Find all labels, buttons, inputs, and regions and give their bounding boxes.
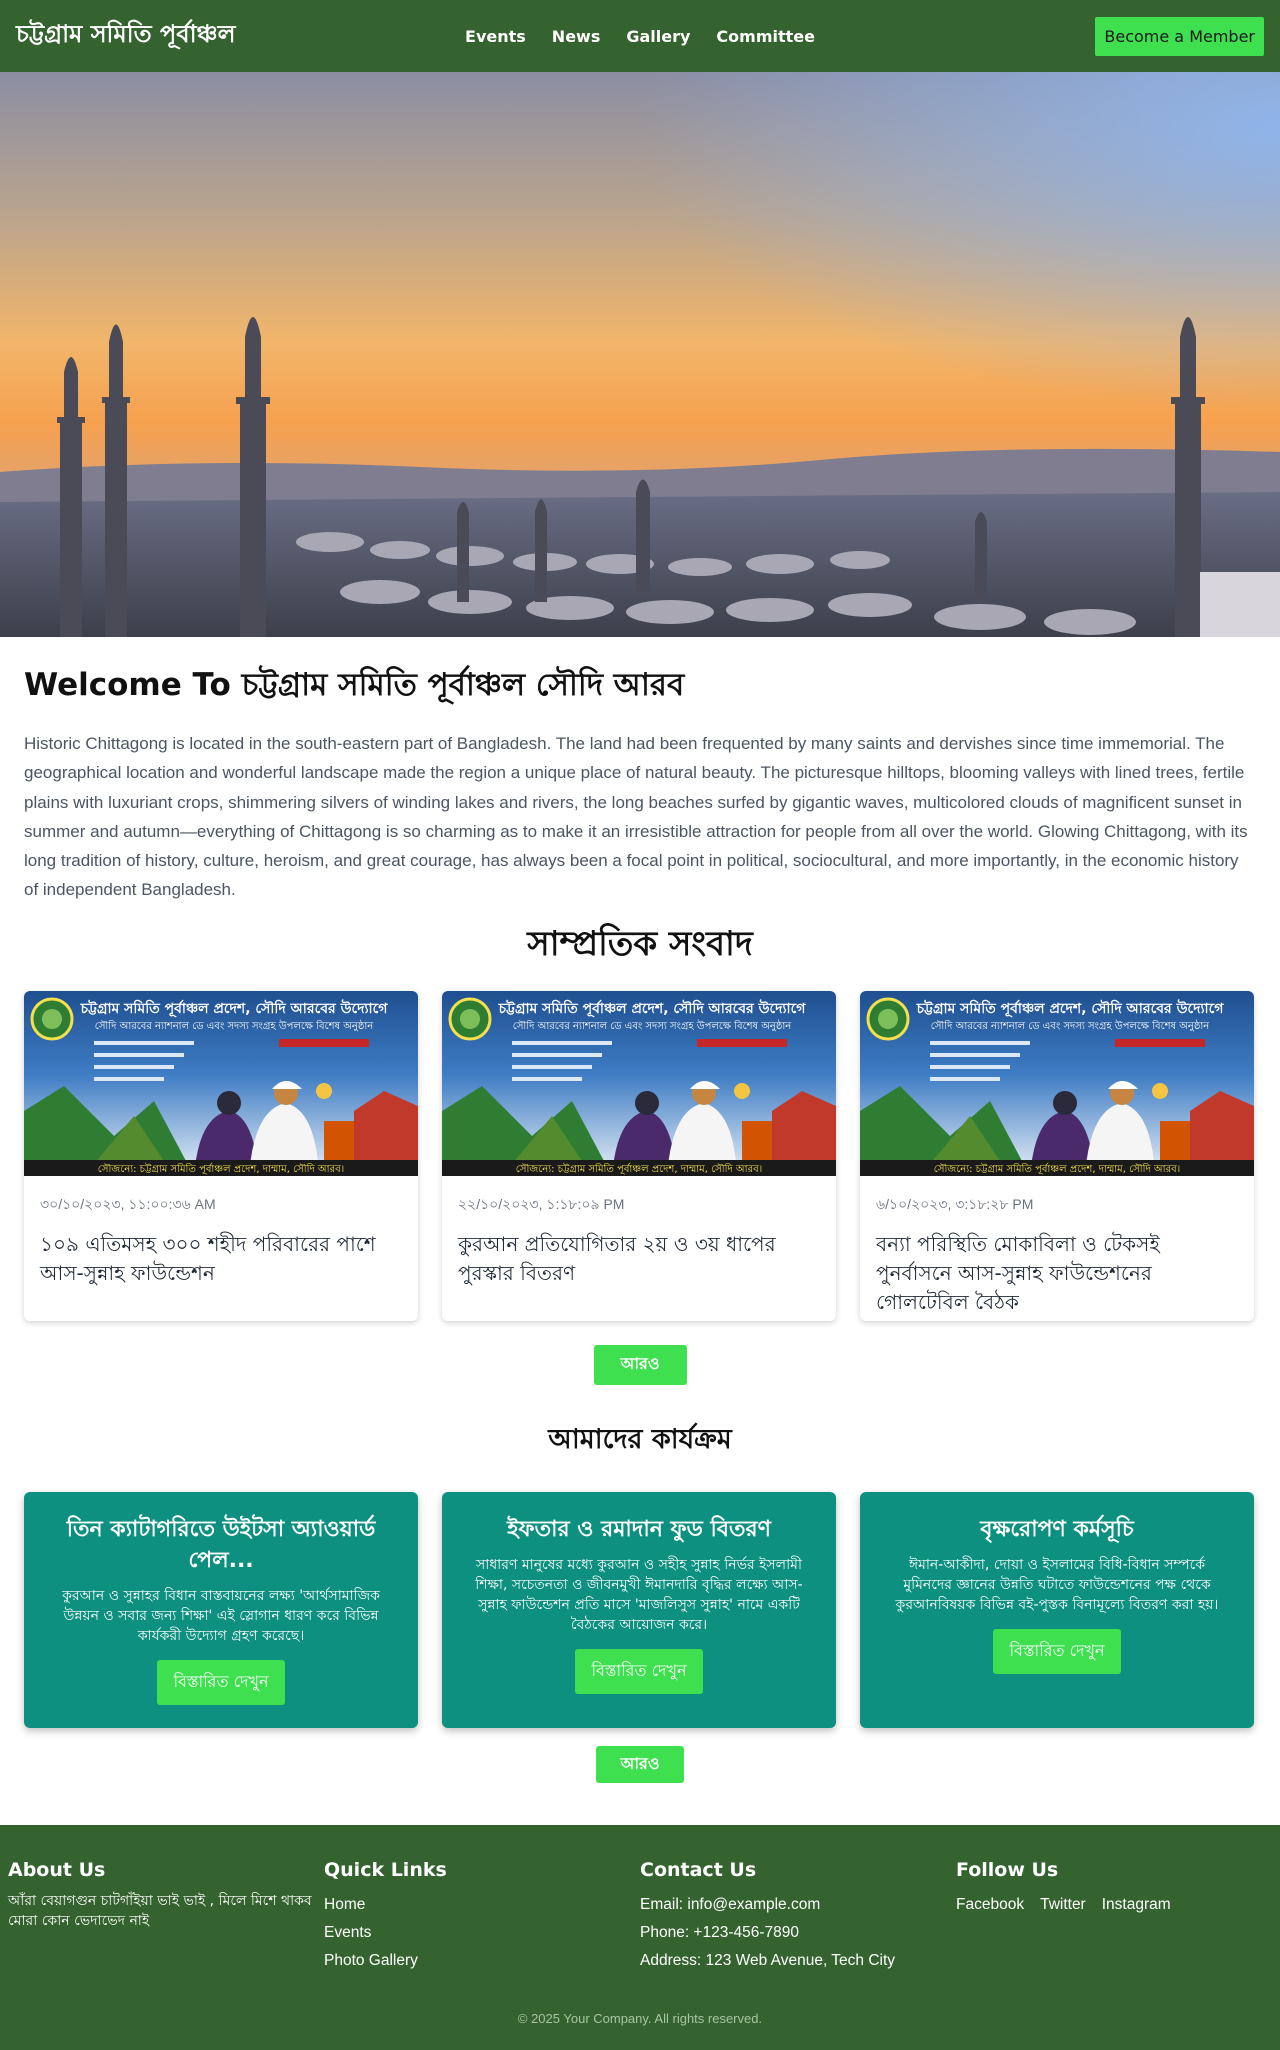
program-title: তিন ক্যাটাগরিতে উইটসা অ্যাওয়ার্ড পেল... — [66, 1516, 376, 1573]
program-card: বৃক্ষরোপণ কর্মসূচি ঈমান-আকীদা, দোয়া ও ই… — [860, 1491, 1254, 1728]
program-description: ঈমান-আকীদা, দোয়া ও ইসলামের বিধি-বিধান স… — [895, 1556, 1219, 1613]
svg-text:চট্টগ্রাম সমিতি পূর্বাঞ্চল প্র: চট্টগ্রাম সমিতি পূর্বাঞ্চল প্রদেশ, সৌদি … — [80, 999, 389, 1018]
footer-link-instagram[interactable]: Instagram — [1102, 1891, 1171, 1919]
news-date: ২২/১০/২০২৩, ১:১৮:০৯ PM — [458, 1195, 625, 1212]
programs-section-title: আমাদের কার্যক্রম — [548, 1423, 732, 1455]
program-title: ইফতার ও রমাদান ফুড বিতরণ — [507, 1516, 771, 1542]
program-details-button[interactable]: বিস্তারিত দেখুন — [575, 1648, 703, 1694]
programs-grid: তিন ক্যাটাগরিতে উইটসা অ্যাওয়ার্ড পেল...… — [0, 1491, 1280, 1728]
news-date: ৬/১০/২০২৩, ৩:১৮:২৮ PM — [876, 1195, 1034, 1212]
footer-about: About Us আঁরা বেয়াগগুন চাটগাঁইয়া ভাই ভ… — [8, 1859, 324, 1975]
svg-text:সৌজন্যে: চট্টগ্রাম সমিতি পূর্ব: সৌজন্যে: চট্টগ্রাম সমিতি পূর্বাঞ্চল প্রদ… — [98, 1163, 344, 1175]
footer-about-text: আঁরা বেয়াগগুন চাটগাঁইয়া ভাই ভাই , মিলে… — [8, 1892, 312, 1929]
news-headline[interactable]: কুরআন প্রতিযোগিতার ২য় ও ৩য় ধাপের পুরস্… — [458, 1230, 820, 1288]
welcome-text: Historic Chittagong is located in the so… — [24, 734, 1248, 900]
program-card: ইফতার ও রমাদান ফুড বিতরণ সাধারণ মানুষের … — [442, 1491, 836, 1728]
site-footer: About Us আঁরা বেয়াগগুন চাটগাঁইয়া ভাই ভ… — [0, 1824, 1280, 2050]
news-headline[interactable]: বন্যা পরিস্থিতি মোকাবিলা ও টেকসই পুনর্বা… — [876, 1230, 1238, 1317]
footer-contact-title: Contact Us — [640, 1858, 757, 1881]
news-thumbnail: চট্টগ্রাম সমিতি পূর্বাঞ্চল প্রদেশ, সৌদি … — [442, 990, 836, 1176]
become-member-button[interactable]: Become a Member — [1095, 16, 1264, 56]
news-thumbnail: চট্টগ্রাম সমিতি পূর্বাঞ্চল প্রদেশ, সৌদি … — [860, 990, 1254, 1176]
footer-about-title: About Us — [8, 1858, 106, 1881]
footer-quick-links: Quick Links Home Events Photo Gallery — [324, 1859, 640, 1975]
event-banner-graphic: চট্টগ্রাম সমিতি পূর্বাঞ্চল প্রদেশ, সৌদি … — [24, 990, 418, 1176]
nav-link-gallery[interactable]: Gallery — [626, 27, 690, 46]
event-banner-graphic: চট্টগ্রাম সমিতি পূর্বাঞ্চল প্রদেশ, সৌদি … — [860, 990, 1254, 1176]
news-more-button[interactable]: আরও — [593, 1344, 687, 1385]
footer-link-home[interactable]: Home — [324, 1891, 640, 1919]
footer-phone: Phone: +123-456-7890 — [640, 1923, 800, 1941]
site-brand[interactable]: চট্টগ্রাম সমিতি পূর্বাঞ্চল — [16, 16, 235, 56]
footer-link-photo-gallery[interactable]: Photo Gallery — [324, 1947, 640, 1975]
news-card[interactable]: চট্টগ্রাম সমিতি পূর্বাঞ্চল প্রদেশ, সৌদি … — [442, 990, 836, 1321]
top-navbar: চট্টগ্রাম সমিতি পূর্বাঞ্চল Events News G… — [0, 0, 1280, 72]
footer-copyright: © 2025 Your Company. All rights reserved… — [517, 2010, 763, 2026]
welcome-title: Welcome To চট্টগ্রাম সমিতি পূর্বাঞ্চল সৌ… — [24, 667, 685, 703]
footer-email: Email: info@example.com — [640, 1895, 821, 1913]
programs-more-button[interactable]: আরও — [596, 1745, 684, 1783]
welcome-section: Welcome To চট্টগ্রাম সমিতি পূর্বাঞ্চল সৌ… — [0, 637, 1280, 905]
hero-image — [0, 72, 1280, 637]
footer-contact: Contact Us Email: info@example.com Phone… — [640, 1859, 956, 1975]
footer-follow-title: Follow Us — [956, 1858, 1059, 1881]
program-details-button[interactable]: বিস্তারিত দেখুন — [993, 1628, 1121, 1674]
svg-text:চট্টগ্রাম সমিতি পূর্বাঞ্চল প্র: চট্টগ্রাম সমিতি পূর্বাঞ্চল প্রদেশ, সৌদি … — [916, 999, 1225, 1018]
program-description: কুরআন ও সুন্নাহর বিধান বাস্তবায়নের লক্ষ… — [62, 1587, 380, 1644]
news-section-title: সাম্প্রতিক সংবাদ — [527, 923, 753, 964]
svg-text:সৌজন্যে: চট্টগ্রাম সমিতি পূর্ব: সৌজন্যে: চট্টগ্রাম সমিতি পূর্বাঞ্চল প্রদ… — [934, 1163, 1180, 1175]
footer-link-facebook[interactable]: Facebook — [956, 1891, 1024, 1919]
news-date: ৩০/১০/২০২৩, ১১:০০:৩৬ AM — [40, 1195, 216, 1212]
footer-link-twitter[interactable]: Twitter — [1040, 1891, 1086, 1919]
news-card[interactable]: চট্টগ্রাম সমিতি পূর্বাঞ্চল প্রদেশ, সৌদি … — [24, 990, 418, 1321]
program-description: সাধারণ মানুষের মধ্যে কুরআন ও সহীহ সুন্না… — [475, 1556, 803, 1633]
svg-text:সৌজন্যে: চট্টগ্রাম সমিতি পূর্ব: সৌজন্যে: চট্টগ্রাম সমিতি পূর্বাঞ্চল প্রদ… — [516, 1163, 762, 1175]
nav-link-committee[interactable]: Committee — [716, 27, 815, 46]
svg-text:সৌদি আরবের ন্যাশনাল ডে এবং সদস: সৌদি আরবের ন্যাশনাল ডে এবং সদস্য সংগ্রহ … — [95, 1019, 374, 1032]
svg-text:সৌদি আরবের ন্যাশনাল ডে এবং সদস: সৌদি আরবের ন্যাশনাল ডে এবং সদস্য সংগ্রহ … — [931, 1019, 1210, 1032]
svg-text:সৌদি আরবের ন্যাশনাল ডে এবং সদস: সৌদি আরবের ন্যাশনাল ডে এবং সদস্য সংগ্রহ … — [513, 1019, 792, 1032]
footer-follow: Follow Us Facebook Twitter Instagram — [956, 1859, 1272, 1975]
svg-text:চট্টগ্রাম সমিতি পূর্বাঞ্চল প্র: চট্টগ্রাম সমিতি পূর্বাঞ্চল প্রদেশ, সৌদি … — [498, 999, 807, 1018]
news-card[interactable]: চট্টগ্রাম সমিতি পূর্বাঞ্চল প্রদেশ, সৌদি … — [860, 990, 1254, 1321]
event-banner-graphic: চট্টগ্রাম সমিতি পূর্বাঞ্চল প্রদেশ, সৌদি … — [442, 990, 836, 1176]
news-headline[interactable]: ১০৯ এতিমসহ ৩০০ শহীদ পরিবারের পাশে আস-সুন… — [40, 1230, 402, 1288]
news-grid: চট্টগ্রাম সমিতি পূর্বাঞ্চল প্রদেশ, সৌদি … — [0, 990, 1280, 1321]
footer-address: Address: 123 Web Avenue, Tech City — [640, 1951, 896, 1969]
nav-link-news[interactable]: News — [552, 27, 601, 46]
nav-link-events[interactable]: Events — [465, 27, 526, 46]
program-card: তিন ক্যাটাগরিতে উইটসা অ্যাওয়ার্ড পেল...… — [24, 1491, 418, 1728]
footer-link-events[interactable]: Events — [324, 1919, 640, 1947]
footer-links-title: Quick Links — [324, 1858, 447, 1881]
program-title: বৃক্ষরোপণ কর্মসূচি — [980, 1516, 1134, 1542]
news-thumbnail: চট্টগ্রাম সমিতি পূর্বাঞ্চল প্রদেশ, সৌদি … — [24, 990, 418, 1176]
program-details-button[interactable]: বিস্তারিত দেখুন — [157, 1659, 285, 1705]
